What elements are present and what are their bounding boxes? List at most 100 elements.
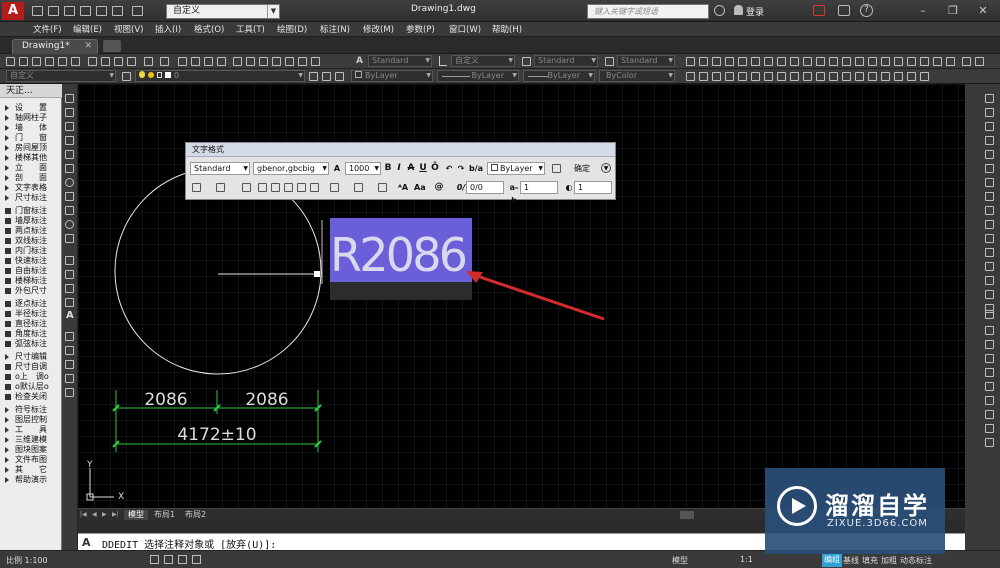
grip-point[interactable] [314,271,320,277]
help-icon[interactable] [311,57,320,66]
zoom-realtime-icon[interactable] [191,57,200,66]
dim-style-icon-btn[interactable] [946,57,955,66]
publish-icon[interactable] [71,57,80,66]
extend-icon[interactable] [985,234,994,243]
insert-block-icon[interactable] [829,72,838,81]
undo-icon[interactable] [144,57,153,66]
menu-window[interactable]: 窗口(W) [449,23,481,35]
grid-toggle-icon[interactable] [164,555,173,564]
panel-item[interactable]: 楼梯标注 [1,276,61,286]
gradient-icon[interactable] [881,72,890,81]
dim-jogged-icon[interactable] [751,57,760,66]
menu-help[interactable]: 帮助(H) [492,23,522,35]
circle-icon[interactable] [65,178,74,187]
text-style-select[interactable]: Standard ▼ [190,162,250,175]
underline-button[interactable]: U [418,162,428,175]
jogged-linear-icon[interactable] [894,57,903,66]
polyline-icon[interactable] [65,122,74,131]
panel-item[interactable]: 逐点标注 [1,299,61,309]
menu-format[interactable]: 格式(O) [194,23,224,35]
panel-item[interactable]: 工 具 [1,425,61,435]
menu-file[interactable]: 文件(F) [33,23,62,35]
uppercase-icon[interactable]: ᴬA [398,181,408,194]
edit-text-value[interactable]: R2086 [330,228,468,282]
text-color-select[interactable]: ByLayer ▼ [487,162,545,175]
markup-icon[interactable] [285,57,294,66]
dim-linear-icon[interactable] [686,57,695,66]
panel-item[interactable]: 自由标注 [1,266,61,276]
menu-parametric[interactable]: 参数(P) [406,23,435,35]
insert-field-icon[interactable] [378,183,387,192]
minimize-icon[interactable]: – [912,3,934,18]
move-icon[interactable] [985,164,994,173]
polygon-icon[interactable] [725,72,734,81]
tracking-icon[interactable]: a-b [508,181,520,205]
close-tab-icon[interactable]: ✕ [84,40,92,53]
save-as-icon[interactable] [80,6,91,16]
menu-view[interactable]: 视图(V) [114,23,143,35]
quick-dim-icon[interactable] [790,57,799,66]
align-center-icon[interactable] [271,183,280,192]
revcloud-icon[interactable] [777,72,786,81]
make-block-icon[interactable] [842,72,851,81]
pan-icon[interactable] [178,57,187,66]
text-height-select[interactable]: 1000 ▼ [345,162,381,175]
properties-icon[interactable] [233,57,242,66]
array-icon[interactable] [985,150,994,159]
align-left-icon[interactable] [258,183,267,192]
connect-icon[interactable] [838,5,850,16]
panel-item[interactable]: 轴网柱子 [1,113,61,123]
arc-icon[interactable] [65,164,74,173]
tab-drawing1[interactable]: Drawing1* ✕ [12,39,98,54]
make-current-icon[interactable] [309,72,318,81]
insert-block-icon[interactable] [65,256,74,265]
center-mark-icon[interactable] [868,57,877,66]
ellipse-arc-icon[interactable] [816,72,825,81]
ok-button[interactable]: 确定 [574,162,590,175]
mtext-draw-icon[interactable] [920,72,929,81]
open-icon[interactable] [19,57,28,66]
redo-icon[interactable]: ↷ [456,162,466,175]
panel-item[interactable]: 尺寸编辑 [1,352,61,362]
numbering-icon[interactable] [354,183,363,192]
line-icon[interactable] [65,94,74,103]
make-block-icon[interactable] [65,270,74,279]
new-file-icon[interactable] [32,6,43,16]
dim-text-right[interactable]: 2086 [245,390,288,410]
tracking-input[interactable]: 1 [520,181,558,194]
dim-continue-icon[interactable] [816,57,825,66]
dim-angular-icon[interactable] [777,57,786,66]
copy-object-icon[interactable] [985,108,994,117]
panel-item[interactable]: 其 它 [1,465,61,475]
hscroll-thumb[interactable] [680,511,694,519]
center-snap-icon[interactable] [985,368,994,377]
lowercase-icon[interactable]: Aa [414,181,426,194]
sheet-set-icon[interactable] [272,57,281,66]
paragraph-icon[interactable] [242,183,251,192]
redo-icon[interactable] [160,57,169,66]
dim-radius-icon[interactable] [738,57,747,66]
dynamic-dim-toggle[interactable]: 动态标注 [900,555,932,566]
endpoint-snap-icon[interactable] [985,326,994,335]
mirror-icon[interactable] [985,122,994,131]
ellipse-arc-icon[interactable] [65,234,74,243]
columns-icon[interactable] [192,183,201,192]
new-tab-button[interactable] [103,40,121,52]
perpendicular-snap-icon[interactable] [985,410,994,419]
polar-toggle-icon[interactable] [192,555,201,564]
panel-item[interactable]: 半径标注 [1,309,61,319]
region-icon[interactable] [894,72,903,81]
inspect-icon[interactable] [881,57,890,66]
layer-previous-icon[interactable] [322,72,331,81]
panel-item[interactable]: 设 置 [1,103,61,113]
fillet-icon[interactable] [985,290,994,299]
xline-icon[interactable] [699,72,708,81]
dim-diameter-icon[interactable] [764,57,773,66]
bold-toggle[interactable]: 加粗 [881,555,897,566]
dim-ordinate-icon[interactable] [725,57,734,66]
dim-baseline-icon[interactable] [803,57,812,66]
panel-item[interactable]: 立 面 [1,163,61,173]
panel-item[interactable]: 图块图案 [1,445,61,455]
width-factor-input[interactable]: 1 [574,181,612,194]
mtext-justify-icon[interactable] [216,183,225,192]
